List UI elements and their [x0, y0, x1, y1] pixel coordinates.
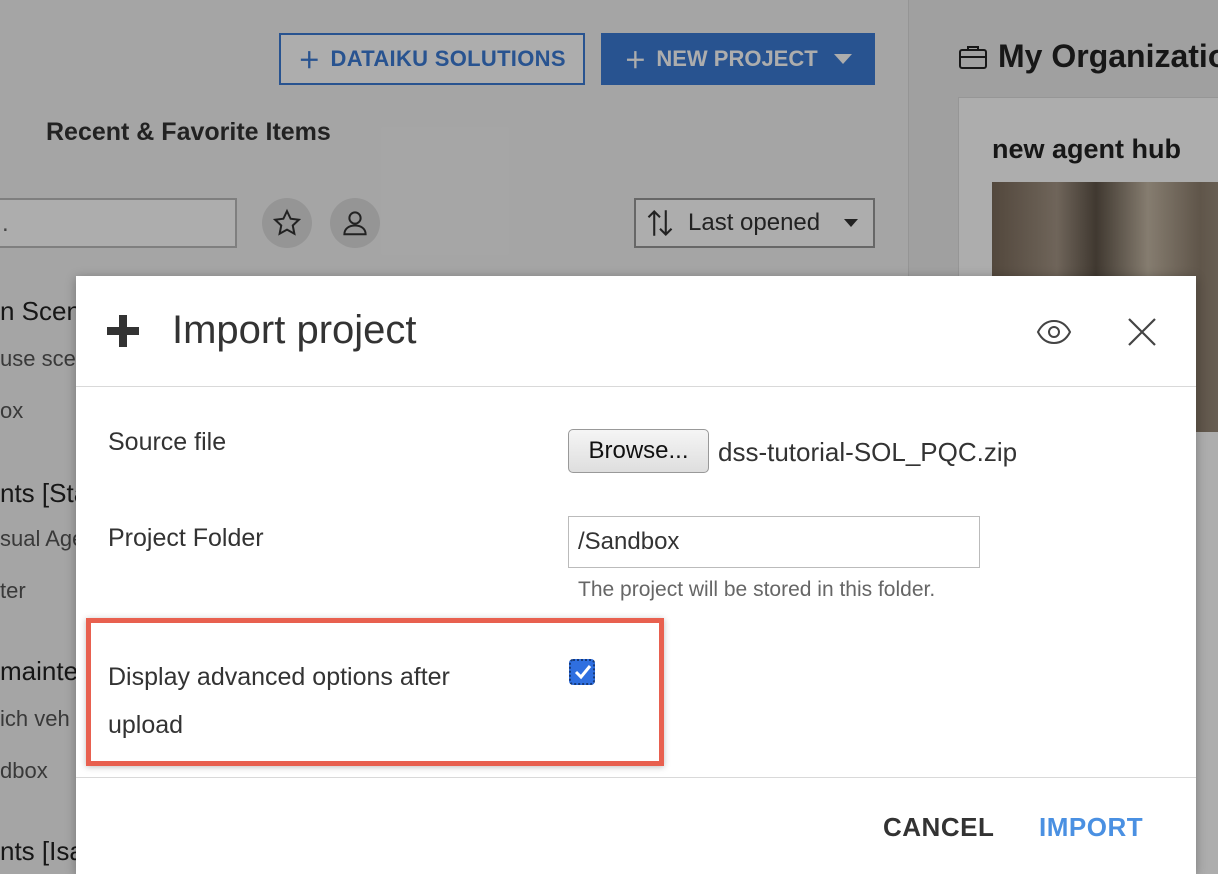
close-icon[interactable] — [1126, 316, 1158, 348]
plus-icon — [107, 315, 139, 347]
checkmark-icon — [574, 665, 592, 680]
modal-footer: CANCEL IMPORT — [76, 777, 1196, 874]
source-file-label: Source file — [108, 428, 227, 456]
cancel-button[interactable]: CANCEL — [883, 812, 994, 843]
import-button[interactable]: IMPORT — [1039, 812, 1143, 843]
browse-button[interactable]: Browse... — [568, 429, 709, 473]
advanced-options-checkbox[interactable] — [569, 659, 595, 685]
selected-file-name: dss-tutorial-SOL_PQC.zip — [718, 437, 1018, 467]
eye-icon[interactable] — [1036, 318, 1072, 346]
project-folder-label: Project Folder — [108, 524, 264, 552]
modal-header: Import project — [76, 276, 1196, 387]
advanced-options-label: Display advanced options after upload — [108, 663, 450, 739]
import-project-modal: Import project Source file Browse... dss… — [76, 276, 1196, 874]
project-folder-input[interactable]: /Sandbox — [568, 516, 980, 568]
project-folder-help: The project will be stored in this folde… — [578, 578, 936, 601]
modal-title: Import project — [172, 308, 417, 352]
